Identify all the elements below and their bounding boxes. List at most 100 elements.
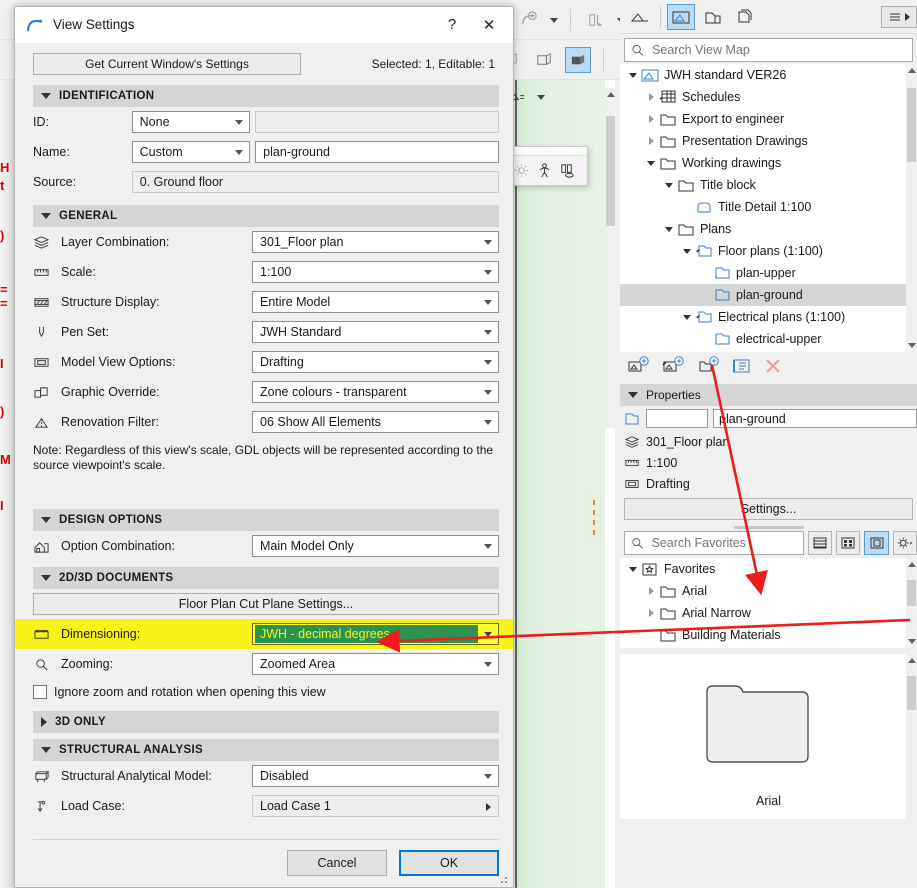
collapse-triangle-icon[interactable] (628, 392, 638, 398)
property-name-input[interactable]: plan-ground (713, 409, 917, 428)
structure-display-combo[interactable]: Entire Model (252, 291, 499, 313)
tree-item[interactable]: electrical-upper (620, 328, 917, 350)
floor-plan-cut-plane-settings-button[interactable]: Floor Plan Cut Plane Settings... (33, 593, 499, 615)
expand-triangle-icon[interactable] (644, 609, 658, 617)
mini-palette-titlebar[interactable] (509, 147, 587, 156)
view-settings-dialog[interactable]: View Settings ? ✕ Get Current Window's S… (14, 6, 514, 888)
search-input[interactable] (650, 42, 912, 58)
sun-icon[interactable] (512, 162, 530, 180)
expand-triangle-icon[interactable] (644, 115, 658, 123)
id-text-field[interactable] (255, 111, 499, 133)
cancel-button[interactable]: Cancel (287, 850, 387, 876)
properties-settings-button[interactable]: Settings... (624, 498, 913, 520)
chevron-down-icon[interactable] (478, 269, 498, 275)
tree-item[interactable]: Presentation Drawings (620, 130, 917, 152)
scroll-thumb[interactable] (907, 580, 916, 606)
scroll-down-arrow[interactable] (908, 343, 916, 348)
ok-button[interactable]: OK (399, 850, 499, 876)
tree-item[interactable]: plan-upper (620, 262, 917, 284)
collapse-triangle-icon[interactable] (626, 72, 640, 78)
model-view-options-combo[interactable]: Drafting (252, 351, 499, 373)
collapse-triangle-icon[interactable] (41, 213, 51, 219)
get-current-window-settings-button[interactable]: Get Current Window's Settings (33, 53, 301, 75)
scale-combo[interactable]: 1:100 (252, 261, 499, 283)
group-header-structural-analysis[interactable]: STRUCTURAL ANALYSIS (33, 739, 499, 761)
scroll-up-arrow[interactable] (908, 562, 916, 567)
ignore-zoom-checkbox[interactable] (33, 685, 47, 699)
group-header-2d3d-documents[interactable]: 2D/3D DOCUMENTS (33, 567, 499, 589)
group-header-design-options[interactable]: DESIGN OPTIONS (33, 509, 499, 531)
tree-item[interactable]: Building Materials (620, 624, 917, 646)
list-view-button[interactable] (807, 531, 833, 555)
canvas-splitter-handle[interactable] (586, 494, 602, 542)
renovation-filter-combo[interactable]: 06 Show All Elements (252, 411, 499, 433)
collapse-triangle-icon[interactable] (41, 747, 51, 753)
grid-view-button[interactable] (836, 531, 861, 555)
layer-filled-icon[interactable] (531, 47, 557, 73)
canvas-vertical-scrollbar[interactable] (605, 88, 616, 428)
new-folder-button[interactable] (698, 355, 720, 379)
navigator-menu-button[interactable] (881, 5, 917, 28)
property-id-input[interactable] (646, 409, 708, 428)
chevron-down-icon[interactable] (478, 419, 498, 425)
chevron-right-icon[interactable] (904, 12, 910, 21)
structural-analytical-model-combo[interactable]: Disabled (252, 765, 499, 787)
dialog-titlebar[interactable]: View Settings ? ✕ (15, 7, 513, 43)
scroll-down-arrow[interactable] (908, 639, 916, 644)
help-button[interactable]: ? (435, 10, 469, 40)
favorites-search-input[interactable] (649, 535, 803, 551)
scroll-up-arrow[interactable] (908, 658, 916, 663)
tree-item[interactable]: Favorites (620, 558, 917, 580)
preview-scrollbar[interactable] (906, 654, 917, 819)
favorites-search-box[interactable] (624, 531, 804, 555)
chevron-down-icon[interactable] (550, 17, 558, 23)
chevron-down-icon[interactable] (478, 661, 498, 667)
scroll-up-arrow[interactable] (607, 92, 615, 97)
collapse-triangle-icon[interactable] (644, 160, 658, 166)
load-case-popup[interactable]: Load Case 1 (252, 795, 499, 817)
tree-item[interactable]: Title Detail 1:100 (620, 196, 917, 218)
option-combination-combo[interactable]: Main Model Only (252, 535, 499, 557)
chevron-down-icon[interactable] (478, 299, 498, 305)
close-button[interactable]: ✕ (469, 10, 509, 40)
layout-book-tab[interactable] (699, 4, 727, 30)
collapse-triangle-icon[interactable] (41, 575, 51, 581)
view-map-tree[interactable]: JWH standard VER26 Schedules Export to eng… (620, 64, 917, 352)
id-combo[interactable]: None (131, 111, 251, 133)
collapse-triangle-icon[interactable] (662, 226, 676, 232)
tree-item[interactable]: Arial (620, 580, 917, 602)
tree-item[interactable]: Schedules (620, 86, 917, 108)
favorites-scrollbar[interactable] (906, 558, 917, 648)
chevron-down-icon[interactable] (229, 149, 249, 155)
dimensioning-combo[interactable]: JWH - decimal degrees (252, 623, 499, 645)
document-canvas[interactable] (515, 80, 615, 888)
tree-item[interactable]: Export to engineer (620, 108, 917, 130)
view-settings-button[interactable] (732, 357, 752, 378)
scroll-thumb[interactable] (907, 88, 916, 162)
chevron-down-icon[interactable] (478, 359, 498, 365)
tree-item[interactable]: JWH standard VER26 (620, 64, 917, 86)
chevron-down-icon[interactable] (478, 631, 498, 637)
large-preview-button[interactable] (864, 531, 889, 555)
chevron-down-icon[interactable] (478, 543, 498, 549)
tree-scrollbar[interactable] (906, 64, 917, 352)
save-view-button[interactable] (628, 355, 650, 379)
resize-grip[interactable] (500, 874, 510, 884)
expand-triangle-icon[interactable] (644, 93, 658, 101)
save-clone-view-button[interactable] (662, 355, 686, 379)
panel-splitter[interactable] (733, 526, 804, 529)
name-text-field[interactable]: plan-ground (255, 141, 499, 163)
collapse-triangle-icon[interactable] (41, 517, 51, 523)
group-header-identification[interactable]: IDENTIFICATION (33, 85, 499, 107)
chevron-down-icon[interactable] (537, 94, 545, 100)
graphic-override-combo[interactable]: Zone colours - transparent (252, 381, 499, 403)
chevron-down-icon[interactable] (478, 239, 498, 245)
scroll-up-arrow[interactable] (908, 68, 916, 73)
collapse-triangle-icon[interactable] (680, 314, 694, 320)
floating-mini-palette[interactable] (508, 146, 588, 186)
tree-item[interactable]: plan-ground (620, 284, 917, 306)
layer-combination-combo[interactable]: 301_Floor plan (252, 231, 499, 253)
publisher-sets-tab[interactable] (731, 4, 759, 30)
tree-item[interactable]: Title block (620, 174, 917, 196)
tree-item[interactable]: Working drawings (620, 152, 917, 174)
